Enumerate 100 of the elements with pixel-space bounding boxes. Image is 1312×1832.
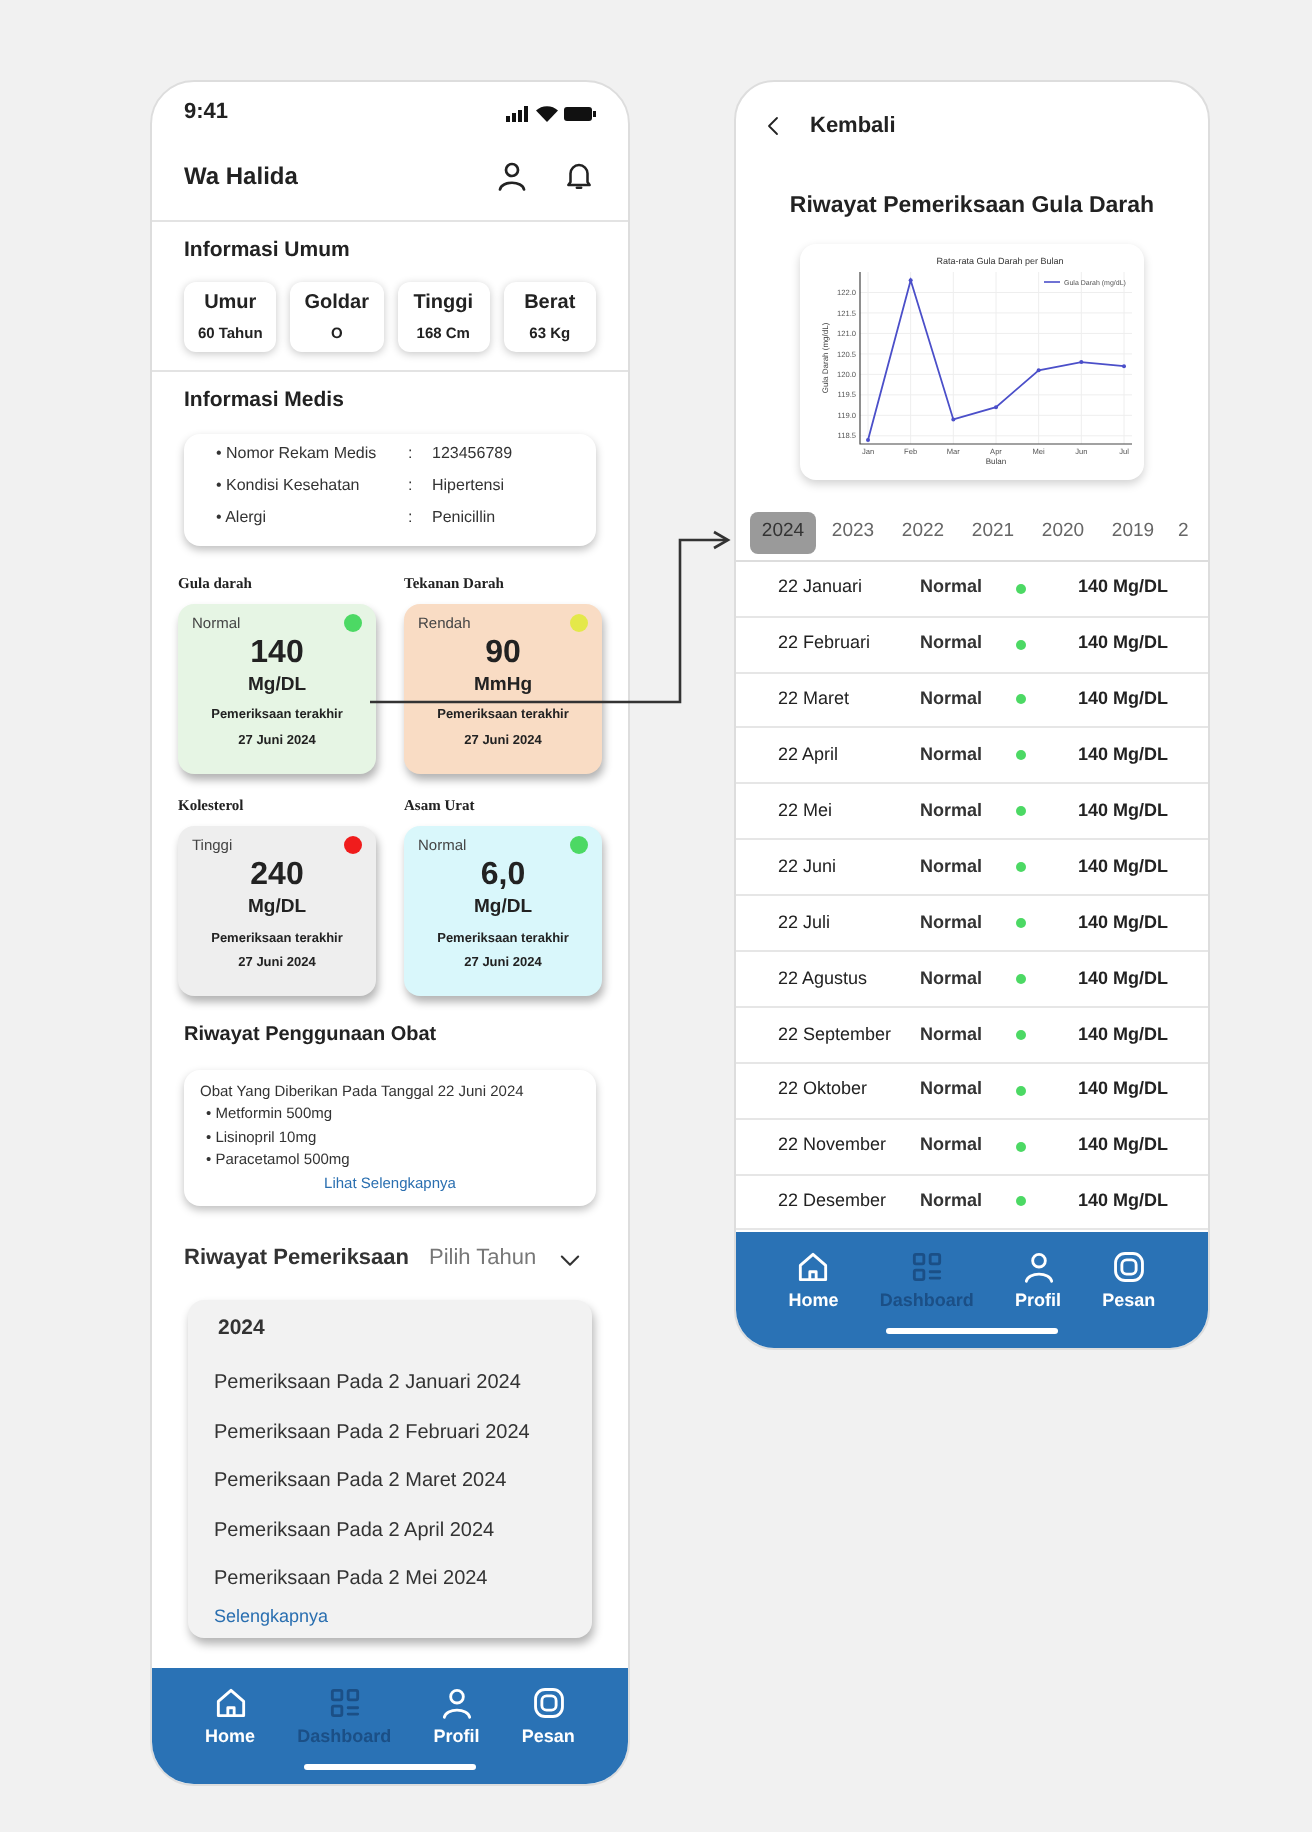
year-tab[interactable]: 2023 [820,511,886,554]
status-cell-text: Normal [920,1076,985,1103]
date-cell-text: 22 Februari [778,630,873,657]
date-cell-text: 22 Maret [778,686,852,713]
nav-tab[interactable]: Home [205,1684,256,1751]
value-cell-text: 140 Mg/DL [1078,798,1169,824]
exam-item[interactable]: Pemeriksaan Pada 2 Februari 2024 [214,1408,566,1457]
message-icon [529,1684,568,1722]
value-cell-text: 140 Mg/DL [1078,853,1169,880]
year-picker[interactable]: Pilih Tahun [429,1242,585,1276]
exam-item[interactable]: Pemeriksaan Pada 2 Mei 2024 [214,1555,566,1604]
date-cell-text: 22 Juli [778,909,833,936]
table-row[interactable]: 22 Juli Normal 140 Mg/DL [736,896,1208,952]
table-row[interactable]: 22 November Normal 140 Mg/DL [736,1119,1208,1176]
date-cell-text: 22 September [778,1021,894,1048]
date-cell-text: 22 April [778,742,841,769]
message-icon [1109,1248,1148,1286]
value-cell-text: 140 Mg/DL [1078,630,1169,657]
exam-item[interactable]: Pemeriksaan Pada 2 Maret 2024 [214,1457,566,1506]
status-cell-text: Normal [920,574,985,601]
status-cell-text: Normal [920,1188,985,1215]
info-value: Penicillin [432,505,496,529]
date-cell-text: 22 Mei [778,798,835,824]
table-row[interactable]: 22 Januari Normal 140 Mg/DL [736,561,1208,618]
grid-icon [325,1684,364,1722]
nav-tab[interactable]: Pesan [521,1684,575,1751]
exam-item[interactable]: Pemeriksaan Pada 2 April 2024 [214,1506,566,1555]
vital-value: 140 [250,636,304,672]
nav-tab[interactable]: Profil [1015,1248,1062,1315]
status-cell-text: Normal [920,742,985,769]
profile-icon [437,1684,476,1722]
year-label: 2024 [216,1313,267,1344]
value-cell-text: 140 Mg/DL [1078,742,1169,769]
table-row[interactable]: 22 Februari Normal 140 Mg/DL [736,617,1208,674]
back-button[interactable]: Kembali [736,82,1208,143]
vital-unit: MmHg [473,672,533,700]
status-cell-text: Normal [920,965,985,992]
section-title: Riwayat Pemeriksaan [184,1244,410,1275]
stat-label: Goldar [304,290,369,319]
date-cell-text: 22 Juni [778,853,839,880]
section-title: Informasi Umum [184,236,352,266]
vital-unit: Mg/DL [247,672,307,700]
value-cell-text: 140 Mg/DL [1078,574,1169,601]
status-cell-text: Normal [920,1132,985,1159]
table-row[interactable]: 22 Juni Normal 140 Mg/DL [736,840,1208,897]
table-row[interactable]: 22 Mei Normal 140 Mg/DL [736,784,1208,841]
year-tab[interactable]: 2 [1170,511,1197,554]
grid-icon [907,1248,946,1286]
value-cell-text: 140 Mg/DL [1078,686,1169,713]
see-more-link[interactable]: Selengkapnya [214,1604,329,1631]
profile-icon [494,157,530,193]
year-tab[interactable]: 2022 [890,511,956,554]
value-cell-text: 140 Mg/DL [1078,965,1169,992]
table-row[interactable]: 22 Desember Normal 140 Mg/DL [736,1175,1208,1231]
table-row[interactable]: 22 Agustus Normal 140 Mg/DL [736,951,1208,1008]
year-tab[interactable]: 2024 [750,511,816,554]
section-title: Informasi Medis [184,385,346,416]
user-name: Wa Halida [184,159,298,193]
value-cell-text: 140 Mg/DL [1078,1188,1169,1215]
value-cell-text: 140 Mg/DL [1078,1021,1169,1048]
info-value: 123456789 [432,441,513,465]
status-cell-text: Normal [920,909,985,936]
table-row[interactable]: 22 April Normal 140 Mg/DL [736,728,1208,785]
profile-icon [1019,1248,1058,1286]
exam-item[interactable]: Pemeriksaan Pada 2 Januari 2024 [214,1359,566,1408]
value-cell-text: 140 Mg/DL [1078,1076,1169,1103]
nav-tab[interactable]: Home [788,1248,839,1315]
vital-value: 6,0 [480,858,526,895]
info-label: • Kondisi Kesehatan [214,473,362,497]
stat-label: Umur [204,290,257,319]
wifi-icon [536,105,558,121]
table-row[interactable]: 22 September Normal 140 Mg/DL [736,1007,1208,1064]
data-point [1036,367,1041,372]
colon: : [408,473,415,497]
stat-label: Berat [524,290,576,319]
colon: : [408,441,415,465]
vital-value: 90 [485,636,521,672]
value-cell-text: 140 Mg/DL [1078,909,1169,936]
stat-label: Tinggi [413,290,474,319]
nav-tab[interactable]: Profil [433,1684,480,1751]
year-tab[interactable]: 2019 [1100,511,1166,554]
nav-tab[interactable]: Pesan [1102,1248,1156,1315]
info-label: • Nomor Rekam Medis [214,441,379,465]
status-cell-text: Normal [920,853,985,880]
status-cell-text: Normal [920,1021,985,1048]
data-point [1079,359,1084,364]
status-time: 9:41 [184,98,229,129]
info-value: Hipertensi [432,473,505,497]
signal-icon [506,105,530,121]
status-cell-text: Normal [920,798,985,824]
info-label: • Alergi [214,505,269,529]
year-tab[interactable]: 2020 [1030,511,1096,554]
status-cell-text: Normal [920,686,985,713]
home-icon [211,1684,250,1722]
year-tab[interactable]: 2021 [960,511,1026,554]
value-cell-text: 140 Mg/DL [1078,1132,1169,1159]
table-row[interactable]: 22 Maret Normal 140 Mg/DL [736,673,1208,729]
table-row[interactable]: 22 Oktober Normal 140 Mg/DL [736,1063,1208,1120]
status-cell-text: Normal [920,630,985,657]
vital-unit: Mg/DL [473,894,533,923]
